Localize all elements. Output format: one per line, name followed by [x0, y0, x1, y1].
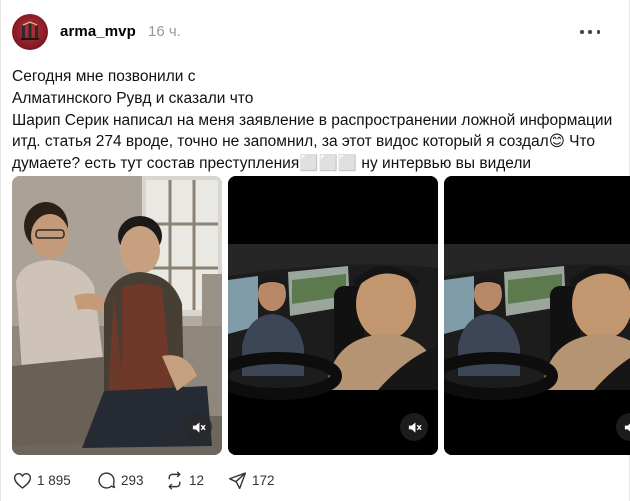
like-button[interactable]: 1 895: [12, 468, 71, 492]
avatar[interactable]: [12, 14, 48, 50]
like-count: 1 895: [37, 472, 71, 488]
comment-count: 293: [121, 472, 144, 488]
post-text-line: думаете? есть тут состав преступления⬜⬜⬜…: [12, 155, 532, 173]
video-frame: [444, 176, 630, 455]
speaker-muted-icon: [408, 421, 422, 433]
send-icon: [228, 471, 247, 489]
media-carousel[interactable]: [12, 176, 630, 455]
emblem-icon: [21, 21, 39, 40]
post-header: arma_mvp 16 ч.: [12, 12, 610, 50]
username[interactable]: arma_mvp: [60, 23, 136, 40]
video-frame: [228, 176, 438, 455]
more-options-icon[interactable]: [580, 24, 600, 40]
mute-button[interactable]: [400, 413, 428, 441]
comment-icon: [98, 471, 116, 489]
media-video-2[interactable]: [228, 176, 438, 455]
post-text: Сегодня мне позвонили с Алматинского Рув…: [12, 66, 612, 175]
speaker-muted-icon: [624, 422, 630, 432]
photo-illustration: [12, 176, 222, 455]
heart-icon: [13, 472, 32, 489]
post-actions: 1 895 293 12 172: [12, 468, 630, 492]
post-text-line: Сегодня мне позвонили с: [12, 68, 196, 85]
media-image-1[interactable]: [12, 176, 222, 455]
repost-icon: [168, 470, 181, 490]
post-text-line: итд. статья 274 вроде, точно не запомнил…: [12, 133, 596, 151]
speaker-muted-icon: [192, 421, 206, 433]
comment-button[interactable]: 293: [96, 468, 144, 492]
thread-post: arma_mvp 16 ч. Сегодня мне позвонили с А…: [0, 0, 630, 501]
mute-button[interactable]: [184, 413, 212, 441]
post-time[interactable]: 16 ч.: [148, 23, 181, 40]
media-video-3[interactable]: [444, 176, 630, 455]
repost-count: 12: [189, 472, 205, 488]
share-button[interactable]: 172: [227, 468, 275, 492]
post-text-line: Алматинского Рувд и сказали что: [12, 89, 254, 107]
repost-button[interactable]: 12: [164, 468, 204, 492]
share-count: 172: [252, 472, 275, 488]
post-text-line: Шарип Серик написал на меня заявление в …: [12, 111, 613, 129]
